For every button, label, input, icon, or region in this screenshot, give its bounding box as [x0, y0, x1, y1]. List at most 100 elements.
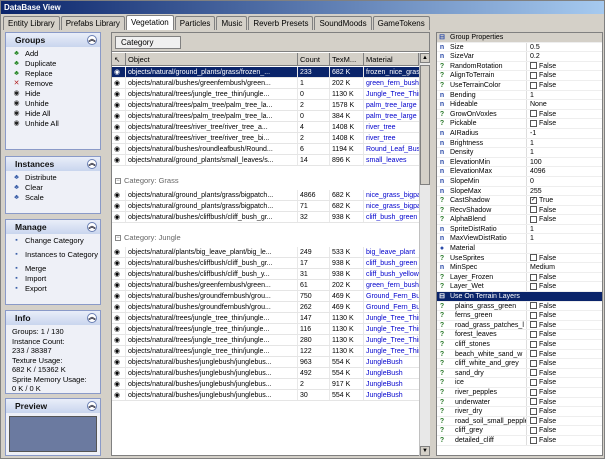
table-row[interactable]: ◉ objects/natural/trees/jungle_tree_thin/… — [112, 346, 419, 357]
table-row[interactable]: ◉ objects/natural/bushes/junglebush/jungl… — [112, 357, 419, 368]
layer-row[interactable]: ? road_soil_small_pepple False — [437, 416, 602, 427]
eye-icon[interactable]: ◉ — [112, 111, 126, 121]
eye-icon[interactable]: ◉ — [112, 379, 126, 389]
category-group-button[interactable]: Category — [115, 36, 181, 49]
layer-value[interactable]: False — [527, 436, 602, 445]
checkbox[interactable] — [530, 350, 537, 358]
layer-row[interactable]: ? road_grass_patches_l False — [437, 320, 602, 331]
layer-value[interactable]: False — [527, 388, 602, 397]
checkbox[interactable] — [530, 359, 537, 367]
table-row[interactable]: ◉ objects/natural/bushes/cliffbush/cliff_… — [112, 258, 419, 269]
tab-gametokens[interactable]: GameTokens — [372, 16, 430, 30]
collapse-box-icon[interactable]: − — [115, 235, 121, 242]
tab-entity-library[interactable]: Entity Library — [3, 16, 60, 30]
group-properties-header[interactable]: ⊟ Group Properties — [437, 33, 602, 43]
category-header[interactable]: − Category: Jungle — [112, 231, 419, 244]
table-row[interactable]: ◉ objects/natural/bushes/greenfernbush/gr… — [112, 280, 419, 291]
layer-row[interactable]: ? river_dry False — [437, 407, 602, 417]
eye-icon[interactable]: ◉ — [112, 247, 126, 257]
layer-row[interactable]: ? beach_white_sand_w False — [437, 349, 602, 360]
checkbox[interactable] — [530, 340, 537, 348]
material-link[interactable]: Jungle_Tree_Thin — [364, 324, 419, 334]
tab-prefabs-library[interactable]: Prefabs Library — [60, 16, 125, 30]
table-row[interactable]: ◉ objects/natural/bushes/junglebush/jungl… — [112, 379, 419, 390]
eye-icon[interactable]: ◉ — [112, 346, 126, 356]
material-link[interactable]: Jungle_Tree_Thin — [364, 313, 419, 323]
eye-icon[interactable]: ◉ — [112, 280, 126, 290]
property-value[interactable]: False — [527, 119, 602, 128]
table-row[interactable]: ◉ objects/natural/trees/palm_tree/palm_tr… — [112, 111, 419, 122]
eye-icon[interactable]: ◉ — [112, 122, 126, 132]
checkbox[interactable] — [530, 311, 537, 319]
property-row[interactable]: n MinSpec Medium — [437, 263, 602, 273]
property-row[interactable]: n MaxViewDistRatio 1 — [437, 234, 602, 245]
manage-item[interactable]: ▪ Export — [12, 284, 100, 294]
sort-arrow-icon[interactable]: ↖ — [112, 53, 126, 66]
material-link[interactable]: JungleBush — [364, 368, 419, 378]
terrain-layers-header[interactable]: ⊟ Use On Terrain Layers — [437, 292, 602, 302]
eye-icon[interactable]: ◉ — [112, 335, 126, 345]
eye-icon[interactable]: ◉ — [112, 368, 126, 378]
material-link[interactable]: nice_grass_bigpatch — [364, 190, 419, 200]
property-row[interactable]: ? UseTerrainColor False — [437, 80, 602, 91]
manage-item[interactable]: ▪ Merge — [12, 264, 100, 274]
property-value[interactable]: False — [527, 81, 602, 90]
table-row[interactable]: ◉ objects/natural/bushes/cliffbush/cliff_… — [112, 269, 419, 280]
property-value[interactable]: -1 — [527, 129, 602, 138]
eye-icon[interactable]: ◉ — [112, 144, 126, 154]
scroll-thumb[interactable] — [420, 65, 430, 185]
material-link[interactable]: palm_tree_large — [364, 111, 419, 121]
property-row[interactable]: n SlopeMax 255 — [437, 186, 602, 197]
layer-value[interactable]: False — [527, 378, 602, 387]
groups-item[interactable]: ◉ Hide All — [12, 109, 100, 119]
eye-icon[interactable]: ◉ — [112, 390, 126, 400]
property-row[interactable]: n Density 1 — [437, 148, 602, 158]
table-row[interactable]: ◉ objects/natural/bushes/roundleafbush/Ro… — [112, 144, 419, 155]
category-header[interactable]: − Category: Grass — [112, 174, 419, 187]
property-row[interactable]: ? GrowOnVoxles False — [437, 109, 602, 120]
tab-soundmoods[interactable]: SoundMoods — [314, 16, 372, 30]
collapse-chevron-icon[interactable]: ︽ — [87, 401, 97, 411]
property-value[interactable]: 1 — [527, 91, 602, 100]
preview-panel-header[interactable]: Preview ︽ — [6, 399, 100, 413]
property-value[interactable]: Medium — [527, 263, 602, 272]
checkbox[interactable] — [530, 379, 537, 387]
groups-item[interactable]: ◉ Unhide — [12, 99, 100, 109]
property-row[interactable]: ? Layer_Wet False — [437, 282, 602, 293]
table-row[interactable]: ◉ objects/natural/trees/palm_tree/palm_tr… — [112, 100, 419, 111]
property-row[interactable]: n ElevationMin 100 — [437, 157, 602, 168]
groups-panel-header[interactable]: Groups ︽ — [6, 33, 100, 47]
property-row[interactable]: ? AlphaBlend False — [437, 215, 602, 225]
tab-vegetation[interactable]: Vegetation — [125, 15, 174, 30]
property-value[interactable]: 1 — [527, 234, 602, 243]
material-link[interactable]: river_tree — [364, 122, 419, 132]
material-link[interactable]: cliff_bush_green — [364, 258, 419, 268]
checkbox[interactable] — [530, 254, 537, 262]
layer-value[interactable]: False — [527, 350, 602, 359]
material-link[interactable]: cliff_bush_yellow — [364, 269, 419, 279]
table-row[interactable]: ◉ objects/natural/trees/jungle_tree_thin/… — [112, 313, 419, 324]
layer-row[interactable]: ? ferns_green False — [437, 311, 602, 321]
eye-icon[interactable]: ◉ — [112, 291, 126, 301]
vertical-scrollbar[interactable]: ▲ ▼ — [419, 53, 430, 456]
material-link[interactable]: palm_tree_large — [364, 100, 419, 110]
table-row[interactable]: ◉ objects/natural/trees/jungle_tree_thin/… — [112, 324, 419, 335]
eye-icon[interactable]: ◉ — [112, 212, 126, 222]
checkbox[interactable] — [530, 215, 537, 223]
layer-value[interactable]: False — [527, 330, 602, 339]
eye-icon[interactable]: ◉ — [112, 313, 126, 323]
eye-icon[interactable]: ◉ — [112, 258, 126, 268]
collapse-chevron-icon[interactable]: ︽ — [87, 159, 97, 169]
manage-item[interactable]: ▪ Instances to Category — [12, 246, 100, 264]
groups-item[interactable]: ♣ Add — [12, 49, 100, 59]
eye-icon[interactable]: ◉ — [112, 133, 126, 143]
property-row[interactable]: ? Layer_Frozen False — [437, 272, 602, 283]
column-header-0[interactable]: Object — [126, 53, 298, 66]
property-value[interactable] — [527, 244, 602, 253]
checkbox[interactable] — [530, 110, 537, 118]
layer-row[interactable]: ? cliff_stones False — [437, 340, 602, 350]
property-value[interactable]: ✓ True — [527, 196, 602, 205]
groups-item[interactable]: ✕ Remove — [12, 79, 100, 89]
instances-panel-header[interactable]: Instances ︽ — [6, 157, 100, 171]
layer-value[interactable]: False — [527, 302, 602, 311]
